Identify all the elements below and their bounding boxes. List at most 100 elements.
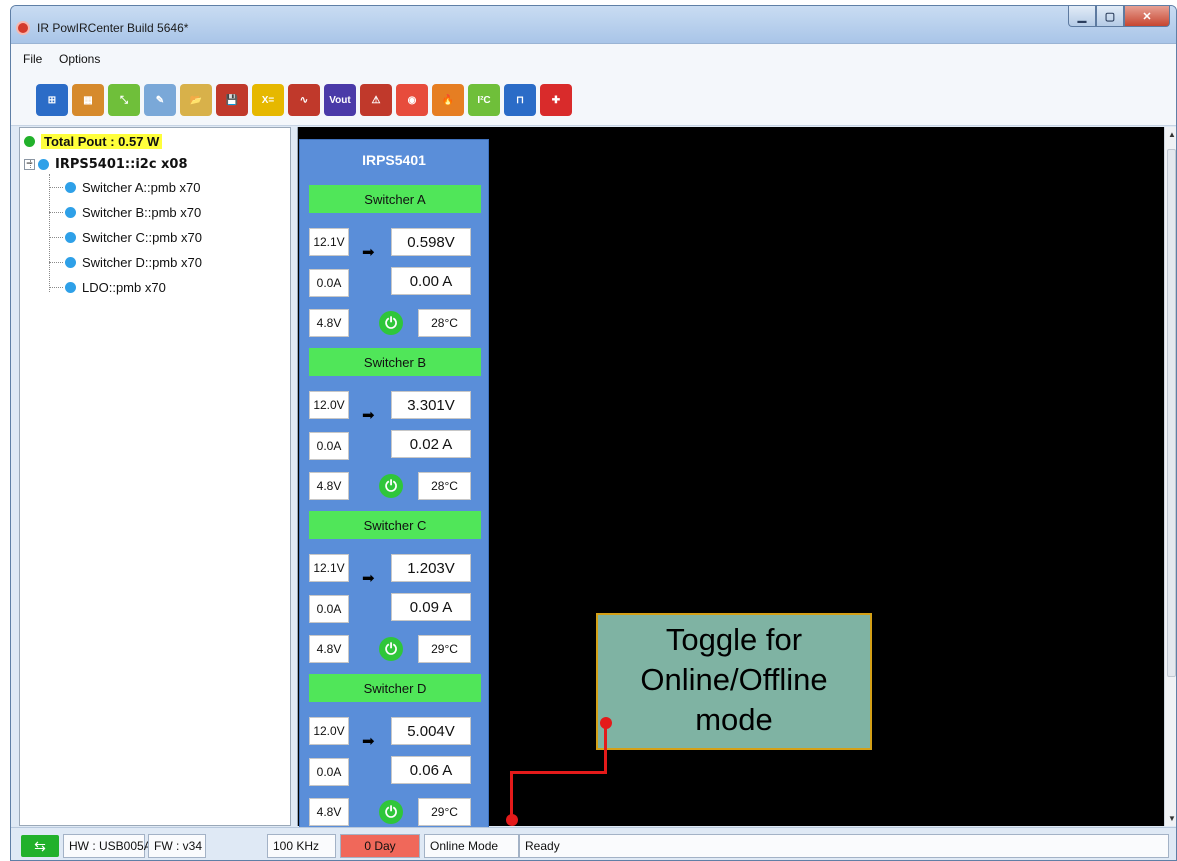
- collapse-icon[interactable]: −: [24, 158, 35, 170]
- switcher-header[interactable]: Switcher D: [309, 674, 481, 702]
- callout-line-1: Toggle for: [665, 622, 803, 657]
- toolbar: ⊞ ▦ ⤡ ✎ 📂 💾 X= ∿ Vout ⚠ ◉ 🔥 I²C ⊓ ✚: [11, 74, 1176, 126]
- app-logo-icon: [16, 21, 30, 35]
- arrow-right-icon: ➡: [362, 407, 375, 424]
- rail-dot-icon: [65, 231, 76, 243]
- callout-line-2: Online/Offline: [640, 662, 828, 697]
- temperature: 28°C: [418, 472, 471, 500]
- tree-item-2[interactable]: Switcher B::pmb x70: [65, 202, 201, 222]
- callout-dot-top: [600, 717, 612, 729]
- status-hw: HW : USB005A: [63, 834, 152, 858]
- input-voltage: 12.0V: [309, 717, 349, 745]
- input-current: 0.0A: [309, 432, 349, 460]
- app-window: IR PowIRCenter Build 5646* ▁ ▢ ✕ File Op…: [10, 5, 1177, 861]
- device-dot-icon: [38, 158, 49, 170]
- input-current: 0.0A: [309, 269, 349, 297]
- tree-item-label: Switcher B::pmb x70: [82, 204, 202, 220]
- help-icon[interactable]: ✚: [540, 84, 572, 116]
- temperature: 29°C: [418, 798, 471, 826]
- device-label: IRPS5401::i2c x08: [55, 156, 188, 172]
- close-button[interactable]: ✕: [1124, 6, 1170, 27]
- online-mode-toggle[interactable]: Online Mode: [424, 834, 519, 858]
- tree-item-label: Switcher D::pmb x70: [82, 254, 202, 270]
- vertical-scrollbar[interactable]: ▲ ▼: [1164, 127, 1176, 826]
- save-icon[interactable]: 💾: [216, 84, 248, 116]
- layout-icon[interactable]: ⤡: [108, 84, 140, 116]
- switcher-header[interactable]: Switcher B: [309, 348, 481, 376]
- tree-device-row[interactable]: − IRPS5401::i2c x08: [24, 154, 188, 174]
- panel-title: IRPS5401: [362, 152, 426, 168]
- callout-dot-bottom: [506, 814, 518, 826]
- rail-dot-icon: [65, 281, 76, 293]
- input-voltage: 12.1V: [309, 228, 349, 256]
- fault-icon[interactable]: ⚠: [360, 84, 392, 116]
- callout-connector-down: [510, 771, 513, 819]
- waveform-icon[interactable]: ∿: [288, 84, 320, 116]
- status-message: Ready: [519, 834, 1169, 858]
- output-voltage: 1.203V: [391, 554, 471, 582]
- output-current: 0.02 A: [391, 430, 471, 458]
- power-toggle-icon[interactable]: ⏻: [379, 311, 403, 335]
- window-controls: ▁ ▢ ✕: [1068, 6, 1170, 28]
- filter-icon[interactable]: ⊓: [504, 84, 536, 116]
- grid-view-icon[interactable]: ▦: [72, 84, 104, 116]
- rail-dot-icon: [65, 206, 76, 218]
- monitor-icon[interactable]: ◉: [396, 84, 428, 116]
- title-bar: IR PowIRCenter Build 5646* ▁ ▢ ✕: [11, 6, 1176, 44]
- callout-line-3: mode: [695, 702, 773, 737]
- menu-options[interactable]: Options: [59, 52, 100, 66]
- window-title: IR PowIRCenter Build 5646*: [37, 21, 189, 35]
- tree-view-icon[interactable]: ⊞: [36, 84, 68, 116]
- aux-voltage: 4.8V: [309, 635, 349, 663]
- status-fw: FW : v34: [148, 834, 206, 858]
- menu-file[interactable]: File: [23, 52, 42, 66]
- power-toggle-icon[interactable]: ⏻: [379, 474, 403, 498]
- irps5401-panel: IRPS5401 Switcher A 12.1V 0.598V ➡ 0.0A 0.00 …: [299, 139, 489, 829]
- rail-dot-icon: [65, 181, 76, 193]
- temperature: 28°C: [418, 309, 471, 337]
- vout-icon[interactable]: Vout: [324, 84, 356, 116]
- temperature: 29°C: [418, 635, 471, 663]
- tree-item-3[interactable]: Switcher C::pmb x70: [65, 227, 202, 247]
- menu-bar: File Options: [11, 44, 1176, 74]
- input-current: 0.0A: [309, 595, 349, 623]
- status-frequency: 100 KHz: [267, 834, 336, 858]
- tree-total-row[interactable]: Total Pout : 0.57 W: [24, 131, 163, 151]
- tree-item-5[interactable]: LDO::pmb x70: [65, 277, 166, 297]
- callout-connector-horizontal: [510, 771, 607, 774]
- power-toggle-icon[interactable]: ⏻: [379, 637, 403, 661]
- rail-dot-icon: [65, 256, 76, 268]
- input-voltage: 12.0V: [309, 391, 349, 419]
- usb-connection-icon[interactable]: ⇆: [21, 835, 59, 857]
- switcher-header[interactable]: Switcher C: [309, 511, 481, 539]
- tree-item-4[interactable]: Switcher D::pmb x70: [65, 252, 202, 272]
- output-current: 0.00 A: [391, 267, 471, 295]
- status-dot-icon: [24, 135, 35, 147]
- scroll-down-icon[interactable]: ▼: [1168, 814, 1176, 823]
- maximize-button[interactable]: ▢: [1096, 6, 1124, 27]
- output-voltage: 0.598V: [391, 228, 471, 256]
- scroll-up-icon[interactable]: ▲: [1168, 130, 1176, 139]
- output-current: 0.06 A: [391, 756, 471, 784]
- callout-connector-vertical: [604, 722, 607, 774]
- output-voltage: 3.301V: [391, 391, 471, 419]
- minimize-button[interactable]: ▁: [1068, 6, 1096, 27]
- power-toggle-icon[interactable]: ⏻: [379, 800, 403, 824]
- output-voltage: 5.004V: [391, 717, 471, 745]
- thermal-icon[interactable]: 🔥: [432, 84, 464, 116]
- status-bar: ⇆ HW : USB005A FW : v34 100 KHz 0 Day On…: [11, 827, 1176, 860]
- scroll-thumb[interactable]: [1167, 149, 1176, 677]
- tree-item-label: LDO::pmb x70: [82, 279, 166, 295]
- new-file-icon[interactable]: ✎: [144, 84, 176, 116]
- i2c-bus-icon[interactable]: I²C: [468, 84, 500, 116]
- tree-item-1[interactable]: Switcher A::pmb x70: [65, 177, 201, 197]
- aux-voltage: 4.8V: [309, 309, 349, 337]
- formula-icon[interactable]: X=: [252, 84, 284, 116]
- annotation-callout: Toggle for Online/Offline mode: [596, 613, 872, 750]
- status-day: 0 Day: [340, 834, 420, 858]
- arrow-right-icon: ➡: [362, 733, 375, 750]
- aux-voltage: 4.8V: [309, 472, 349, 500]
- device-tree: Total Pout : 0.57 W − IRPS5401::i2c x08 …: [19, 127, 291, 826]
- open-folder-icon[interactable]: 📂: [180, 84, 212, 116]
- switcher-header[interactable]: Switcher A: [309, 185, 481, 213]
